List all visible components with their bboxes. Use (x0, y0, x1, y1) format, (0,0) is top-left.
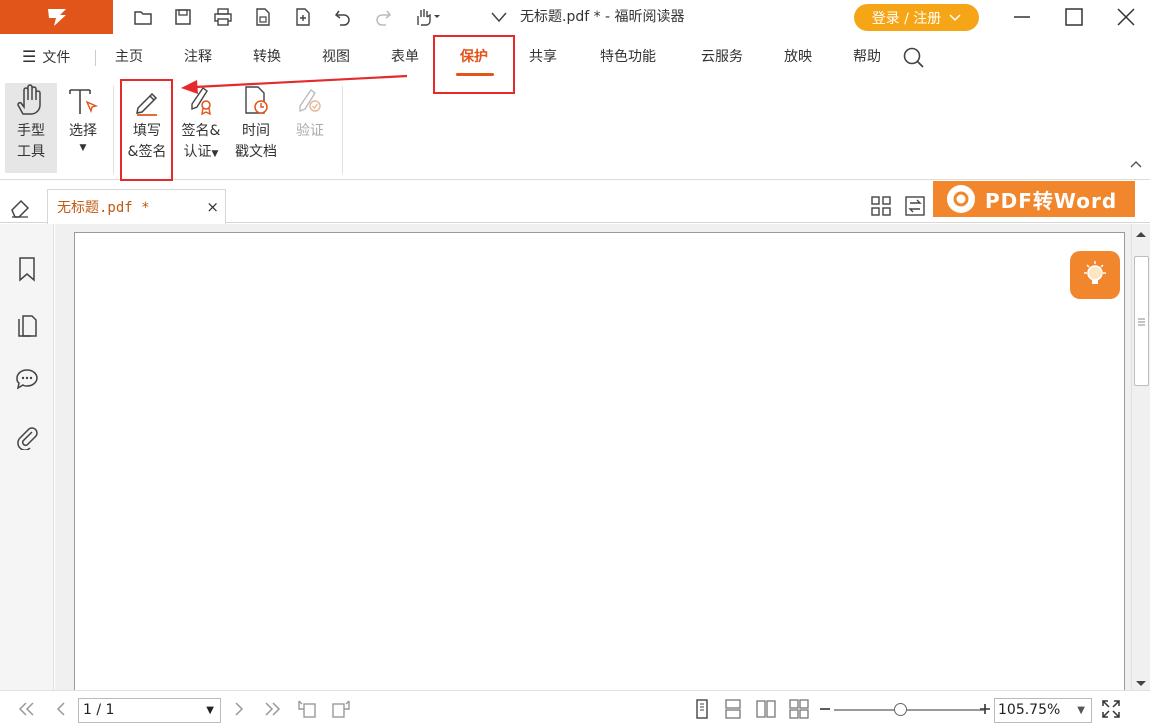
sign-cert-label-row: 认证▼ (184, 142, 219, 165)
chevron-down-icon[interactable] (490, 11, 508, 23)
single-page-view-icon[interactable] (690, 698, 712, 720)
search-icon[interactable] (902, 46, 926, 74)
document-title-text: 无标题.pdf * - 福昕阅读器 (520, 9, 685, 25)
file-menu[interactable]: ☰ 文件 (22, 38, 82, 78)
timestamp-label-2: 戳文档 (235, 144, 277, 160)
annotation-arrow (181, 74, 408, 94)
dropdown-arrow-icon: ▼ (211, 149, 219, 159)
tab-home[interactable]: 主页 (106, 38, 152, 78)
last-page-icon[interactable] (262, 698, 284, 720)
tab-help[interactable]: 帮助 (844, 38, 890, 78)
text-select-icon (67, 80, 99, 116)
document-properties-icon[interactable] (250, 4, 276, 30)
hamburger-icon: ☰ (22, 47, 37, 66)
menu-bar: ☰ 文件 主页 注释 转换 视图 表单 保护 共享 特色功能 云服务 放映 帮助 (0, 38, 1150, 78)
hand-tool-button[interactable]: 手型 工具 (5, 80, 57, 163)
eraser-icon[interactable] (9, 197, 31, 223)
redo-icon[interactable] (370, 4, 396, 30)
document-tab-bar: 无标题.pdf * × PDF转Word (0, 181, 1150, 224)
tab-features[interactable]: 特色功能 (591, 38, 665, 78)
pdf-to-word-banner[interactable]: PDF转Word (933, 181, 1135, 217)
grid-view-icon[interactable] (870, 195, 892, 221)
document-tab-label: 无标题.pdf * (57, 200, 150, 216)
collapse-ribbon-icon[interactable] (1130, 158, 1142, 172)
verify-label: 验证 (296, 123, 324, 139)
minimize-button[interactable] (1002, 2, 1042, 32)
attachment-icon[interactable] (12, 422, 42, 452)
fullscreen-icon[interactable] (1100, 698, 1122, 720)
zoom-level-value: 105.75% (998, 702, 1061, 718)
previous-view-icon[interactable] (296, 698, 318, 720)
window-title: 无标题.pdf * - 福昕阅读器 (490, 0, 685, 34)
pdf-page[interactable] (74, 232, 1125, 702)
comments-icon[interactable] (12, 364, 42, 394)
print-icon[interactable] (210, 4, 236, 30)
page-number-input[interactable]: 1 / 1 ▼ (78, 698, 221, 723)
continuous-facing-view-icon[interactable] (788, 698, 810, 720)
undo-icon[interactable] (330, 4, 356, 30)
login-register-button[interactable]: 登录 / 注册 (854, 4, 979, 31)
facing-view-icon[interactable] (755, 698, 777, 720)
select-tool-button[interactable]: 选择 ▼ (60, 80, 106, 154)
foxit-logo-icon (47, 9, 66, 26)
hand-tool-label-1: 手型 (17, 123, 45, 139)
previous-page-icon[interactable] (50, 698, 72, 720)
zoom-slider-track[interactable] (834, 709, 984, 711)
timestamp-label-1: 时间 (242, 123, 270, 139)
close-window-button[interactable] (1106, 2, 1146, 32)
maximize-icon (1065, 8, 1083, 26)
page-dropdown-icon[interactable]: ▼ (206, 699, 214, 722)
vertical-scrollbar[interactable] (1131, 224, 1150, 690)
select-label: 选择 (69, 123, 97, 139)
zoom-out-icon[interactable] (814, 698, 836, 720)
first-page-icon[interactable] (15, 698, 37, 720)
hand-icon (16, 80, 46, 116)
document-tab[interactable]: 无标题.pdf * × (47, 189, 226, 224)
zoom-level-input[interactable]: 105.75% ▼ (994, 698, 1092, 723)
continuous-view-icon[interactable] (722, 698, 744, 720)
tab-cloud[interactable]: 云服务 (692, 38, 752, 78)
zoom-in-icon[interactable] (974, 698, 996, 720)
hand-tool-label-2: 工具 (17, 144, 45, 160)
close-icon (1117, 8, 1135, 26)
pages-icon[interactable] (12, 310, 42, 340)
title-bar: 无标题.pdf * - 福昕阅读器 登录 / 注册 (0, 0, 1150, 34)
page-number-value: 1 / 1 (83, 702, 115, 718)
highlight-box-fill-sign (120, 79, 173, 181)
hand-tool-dropdown-icon[interactable] (410, 4, 444, 30)
zoom-dropdown-icon[interactable]: ▼ (1077, 699, 1085, 722)
sign-cert-label-1: 签名& (181, 123, 221, 139)
next-page-icon[interactable] (228, 698, 250, 720)
scroll-up-icon[interactable] (1136, 226, 1146, 242)
switch-document-icon[interactable] (904, 195, 926, 221)
next-view-icon[interactable] (330, 698, 352, 720)
document-viewport (55, 224, 1131, 702)
scrollbar-thumb[interactable] (1134, 256, 1149, 386)
tips-button[interactable] (1070, 251, 1120, 299)
pdf-to-word-logo-icon (947, 185, 975, 213)
open-folder-icon[interactable] (130, 4, 156, 30)
tab-slideshow[interactable]: 放映 (775, 38, 821, 78)
chevron-down-icon (949, 13, 961, 21)
ribbon-separator (113, 86, 114, 174)
minimize-icon (1014, 16, 1030, 18)
new-document-icon[interactable] (290, 4, 316, 30)
bookmark-icon[interactable] (12, 254, 42, 284)
pdf-to-word-label: PDF转Word (985, 188, 1118, 213)
save-icon[interactable] (170, 4, 196, 30)
status-bar: 1 / 1 ▼ 105.75% ▼ (0, 690, 1150, 727)
sign-cert-label-2: 认证 (183, 144, 212, 160)
dropdown-arrow-icon: ▼ (79, 143, 87, 153)
file-menu-label: 文件 (42, 50, 71, 66)
login-label: 登录 / 注册 (871, 10, 942, 27)
lightbulb-icon (1084, 261, 1106, 284)
close-tab-button[interactable]: × (206, 198, 219, 216)
left-navigation-panel (0, 224, 54, 690)
maximize-button[interactable] (1054, 2, 1094, 32)
zoom-slider-knob[interactable] (893, 703, 907, 716)
tab-share[interactable]: 共享 (520, 38, 566, 78)
menu-divider (95, 50, 96, 66)
ribbon-separator (342, 86, 343, 174)
app-logo (0, 0, 113, 34)
